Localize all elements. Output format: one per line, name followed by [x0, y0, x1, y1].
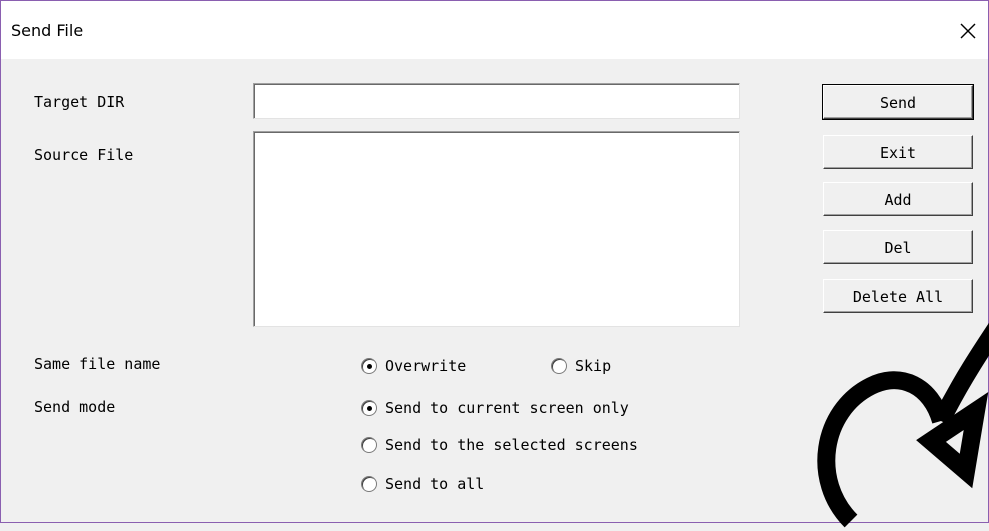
dialog-title: Send File [11, 21, 84, 40]
title-bar: Send File [1, 1, 988, 59]
target-dir-input[interactable] [253, 83, 740, 119]
send-selected-screens-radio[interactable]: Send to the selected screens [361, 436, 638, 454]
radio-circle [361, 437, 377, 453]
overwrite-radio[interactable]: Overwrite [361, 357, 466, 375]
send-to-all-label: Send to all [385, 475, 485, 493]
skip-radio[interactable]: Skip [551, 357, 611, 375]
send-file-dialog: Send File Target DIR Source File Same fi… [0, 0, 989, 528]
source-file-label: Source File [34, 146, 134, 164]
radio-circle [361, 476, 377, 492]
send-current-screen-radio[interactable]: Send to current screen only [361, 399, 629, 417]
same-file-name-label: Same file name [34, 355, 161, 373]
send-mode-label: Send mode [34, 398, 116, 416]
overwrite-label: Overwrite [385, 357, 467, 375]
del-button[interactable]: Del [823, 230, 973, 264]
radio-circle [361, 358, 377, 374]
send-selected-screens-label: Send to the selected screens [385, 436, 638, 454]
send-to-all-radio[interactable]: Send to all [361, 475, 484, 493]
target-dir-label: Target DIR [34, 93, 125, 111]
source-file-list[interactable] [253, 131, 740, 327]
watermark-logo [817, 322, 989, 528]
delete-all-button[interactable]: Delete All [823, 279, 973, 313]
skip-label: Skip [575, 357, 612, 375]
send-current-screen-label: Send to current screen only [385, 399, 629, 417]
add-button[interactable]: Add [823, 182, 973, 216]
radio-circle [361, 400, 377, 416]
close-icon[interactable] [956, 19, 980, 43]
exit-button[interactable]: Exit [823, 135, 973, 169]
radio-circle [551, 358, 567, 374]
send-button[interactable]: Send [822, 84, 974, 120]
